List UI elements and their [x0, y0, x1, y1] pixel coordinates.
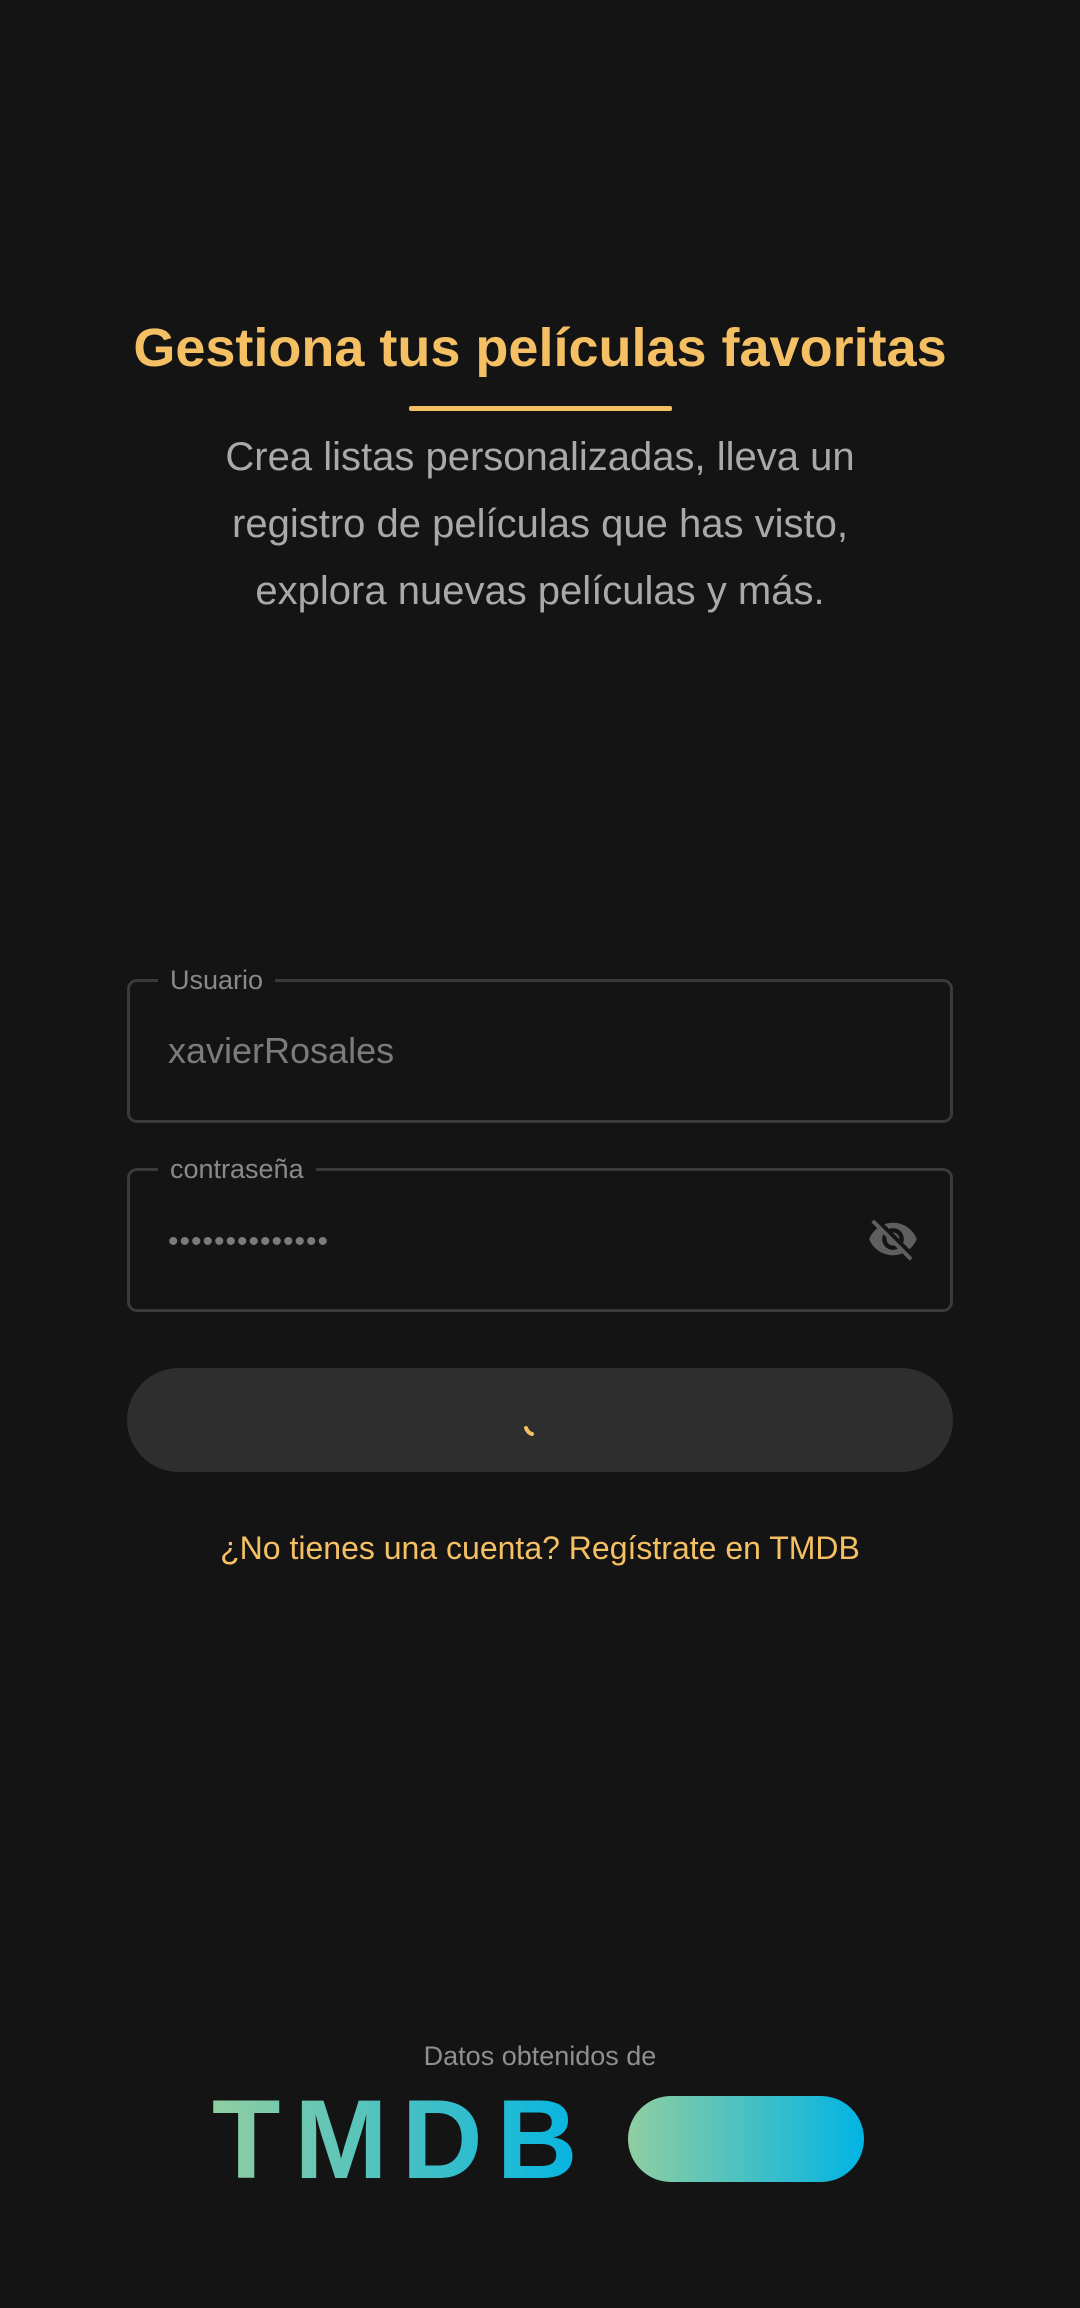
svg-text:TMDB: TMDB [212, 2088, 591, 2188]
visibility-off-icon[interactable] [864, 1213, 922, 1265]
page-title: Gestiona tus películas favoritas [133, 318, 947, 378]
username-label: Usuario [158, 962, 276, 998]
register-link[interactable]: ¿No tienes una cuenta? Regístrate en TMD… [0, 1526, 1080, 1570]
page-subtitle: Crea listas personalizadas, lleva un reg… [225, 435, 855, 613]
title-underline [409, 406, 672, 411]
password-label: contraseña [158, 1151, 316, 1187]
data-credit: Datos obtenidos de [423, 2041, 657, 2071]
username-field[interactable]: Usuario xavierRosales [127, 962, 953, 1123]
username-input[interactable]: xavierRosales [168, 1026, 394, 1076]
loading-spinner-icon [524, 1426, 534, 1436]
tmdb-logo: TMDB [212, 2088, 864, 2188]
password-input[interactable]: •••••••••••••• [168, 1217, 329, 1267]
password-field[interactable]: contraseña •••••••••••••• [127, 1151, 953, 1312]
login-button[interactable] [127, 1368, 953, 1472]
